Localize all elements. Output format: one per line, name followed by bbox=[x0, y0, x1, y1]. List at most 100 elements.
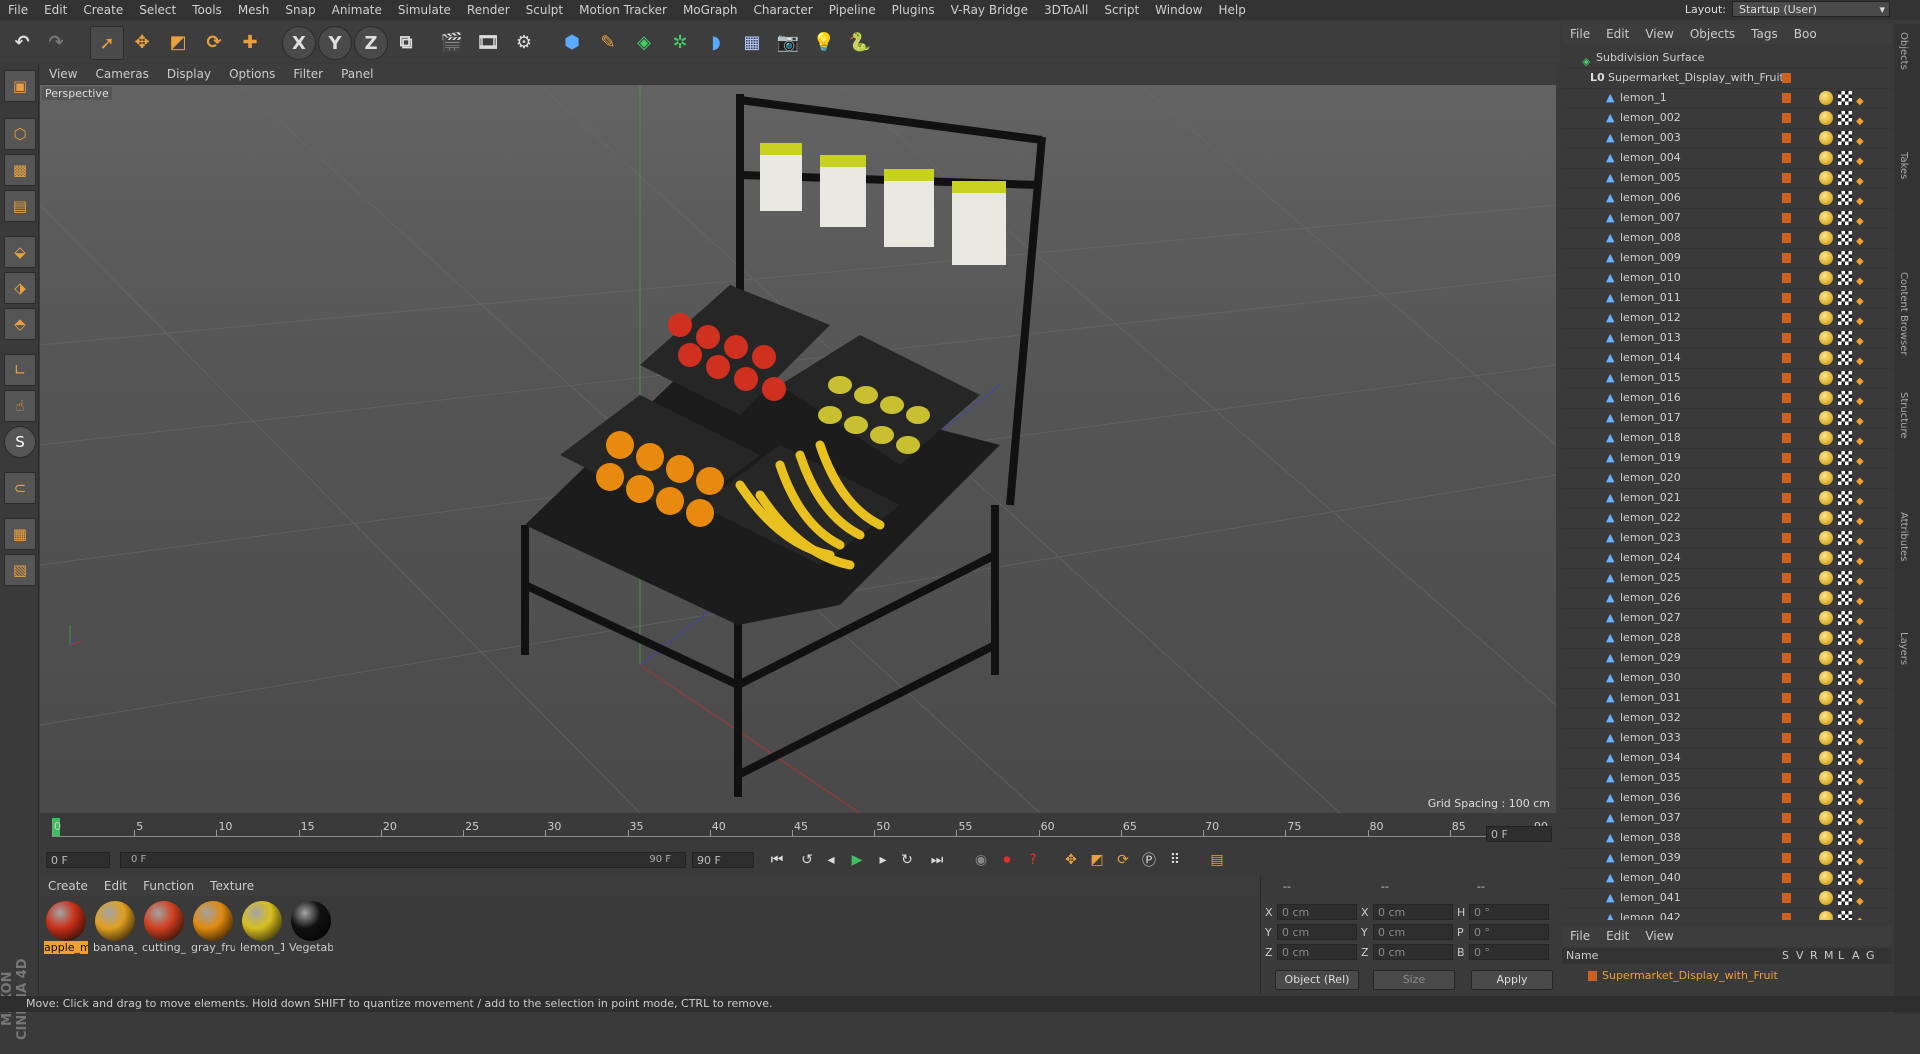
uvw-tag-icon[interactable] bbox=[1838, 791, 1852, 805]
previous-frame-icon[interactable]: ◂ bbox=[820, 850, 842, 870]
material-menu-function[interactable]: Function bbox=[135, 879, 202, 893]
subdivision-icon[interactable]: ◈ bbox=[628, 26, 660, 58]
object-row[interactable]: ▲ lemon_012 ◆ bbox=[1562, 308, 1892, 329]
menu-item-file[interactable]: File bbox=[0, 0, 36, 20]
next-frame-icon[interactable]: ▸ bbox=[872, 850, 894, 870]
points-mode-icon[interactable]: ⬙ bbox=[4, 236, 36, 268]
object-row[interactable]: ▲ lemon_041 ◆ bbox=[1562, 888, 1892, 909]
polygons-mode-icon[interactable]: ⬘ bbox=[4, 308, 36, 340]
key-rotation-icon[interactable]: ⟳ bbox=[1112, 850, 1134, 870]
go-to-start-icon[interactable]: ⏮ bbox=[766, 850, 788, 870]
material-tag-icon[interactable] bbox=[1819, 691, 1833, 705]
uvw-tag-icon[interactable] bbox=[1838, 111, 1852, 125]
uvw-tag-icon[interactable] bbox=[1838, 231, 1852, 245]
viewport-label[interactable]: Perspective bbox=[42, 87, 112, 100]
menu-item-3dtoall[interactable]: 3DToAll bbox=[1036, 0, 1096, 20]
material-item[interactable]: banana_ bbox=[93, 901, 137, 954]
viewport-perspective[interactable]: Perspective Grid Spacing : 100 cm bbox=[40, 85, 1556, 813]
h-rotation-field[interactable]: 0 ° bbox=[1469, 904, 1549, 920]
material-tag-icon[interactable] bbox=[1819, 891, 1833, 905]
menu-item-v-ray-bridge[interactable]: V-Ray Bridge bbox=[943, 0, 1036, 20]
phong-tag-icon[interactable]: ◆ bbox=[1856, 112, 1866, 127]
material-tag-icon[interactable] bbox=[1819, 411, 1833, 425]
object-row[interactable]: ▲ lemon_021 ◆ bbox=[1562, 488, 1892, 509]
phong-tag-icon[interactable]: ◆ bbox=[1856, 212, 1866, 227]
phong-tag-icon[interactable]: ◆ bbox=[1856, 612, 1866, 627]
phong-tag-icon[interactable]: ◆ bbox=[1856, 852, 1866, 867]
object-row[interactable]: ▲ lemon_024 ◆ bbox=[1562, 548, 1892, 569]
uvw-tag-icon[interactable] bbox=[1838, 531, 1852, 545]
object-row-root[interactable]: ◈ Subdivision Surface bbox=[1562, 48, 1892, 69]
material-item[interactable]: lemon_1 bbox=[240, 901, 284, 954]
right-tab-layers[interactable]: Layers bbox=[1898, 632, 1909, 665]
material-tag-icon[interactable] bbox=[1819, 191, 1833, 205]
material-tag-icon[interactable] bbox=[1819, 451, 1833, 465]
phong-tag-icon[interactable]: ◆ bbox=[1856, 552, 1866, 567]
uvw-tag-icon[interactable] bbox=[1838, 151, 1852, 165]
x-position-field[interactable]: 0 cm bbox=[1277, 904, 1357, 920]
uvw-tag-icon[interactable] bbox=[1838, 551, 1852, 565]
object-row[interactable]: ▲ lemon_013 ◆ bbox=[1562, 328, 1892, 349]
phong-tag-icon[interactable]: ◆ bbox=[1856, 132, 1866, 147]
material-tag-icon[interactable] bbox=[1819, 471, 1833, 485]
right-tab-attributes[interactable]: Attributes bbox=[1898, 512, 1909, 561]
object-row[interactable]: ▲ lemon_017 ◆ bbox=[1562, 408, 1892, 429]
phong-tag-icon[interactable]: ◆ bbox=[1856, 652, 1866, 667]
material-tag-icon[interactable] bbox=[1819, 751, 1833, 765]
phong-tag-icon[interactable]: ◆ bbox=[1856, 192, 1866, 207]
uvw-tag-icon[interactable] bbox=[1838, 691, 1852, 705]
uvw-tag-icon[interactable] bbox=[1838, 131, 1852, 145]
object-row[interactable]: ▲ lemon_008 ◆ bbox=[1562, 228, 1892, 249]
uvw-tag-icon[interactable] bbox=[1838, 171, 1852, 185]
deformer-icon[interactable]: ◗ bbox=[700, 26, 732, 58]
material-tag-icon[interactable] bbox=[1819, 431, 1833, 445]
phong-tag-icon[interactable]: ◆ bbox=[1856, 232, 1866, 247]
redo-button[interactable]: ↷ bbox=[40, 26, 72, 58]
select-tool-button[interactable]: ➚ bbox=[90, 26, 124, 60]
phong-tag-icon[interactable]: ◆ bbox=[1856, 152, 1866, 167]
p-rotation-field[interactable]: 0 ° bbox=[1469, 924, 1549, 940]
material-tag-icon[interactable] bbox=[1819, 111, 1833, 125]
uvw-tag-icon[interactable] bbox=[1838, 851, 1852, 865]
phong-tag-icon[interactable]: ◆ bbox=[1856, 632, 1866, 647]
material-tag-icon[interactable] bbox=[1819, 591, 1833, 605]
uvw-tag-icon[interactable] bbox=[1838, 811, 1852, 825]
edges-mode-icon[interactable]: ⬗ bbox=[4, 272, 36, 304]
uvw-tag-icon[interactable] bbox=[1838, 611, 1852, 625]
menu-item-edit[interactable]: Edit bbox=[36, 0, 75, 20]
autokey-icon[interactable]: ⏺ bbox=[996, 850, 1018, 870]
phong-tag-icon[interactable]: ◆ bbox=[1856, 332, 1866, 347]
object-row[interactable]: ▲ lemon_034 ◆ bbox=[1562, 748, 1892, 769]
object-row[interactable]: ▲ lemon_038 ◆ bbox=[1562, 828, 1892, 849]
object-row[interactable]: ▲ lemon_031 ◆ bbox=[1562, 688, 1892, 709]
menu-item-sculpt[interactable]: Sculpt bbox=[518, 0, 571, 20]
menu-item-script[interactable]: Script bbox=[1096, 0, 1147, 20]
right-tab-content-browser[interactable]: Content Browser bbox=[1898, 272, 1909, 355]
menu-item-tools[interactable]: Tools bbox=[184, 0, 230, 20]
material-tag-icon[interactable] bbox=[1819, 331, 1833, 345]
phong-tag-icon[interactable]: ◆ bbox=[1856, 532, 1866, 547]
axis-y-button[interactable]: Y bbox=[318, 26, 352, 60]
object-menu-boo[interactable]: Boo bbox=[1786, 27, 1825, 41]
phong-tag-icon[interactable]: ◆ bbox=[1856, 352, 1866, 367]
material-tag-icon[interactable] bbox=[1819, 611, 1833, 625]
viewport-menu-filter[interactable]: Filter bbox=[284, 67, 332, 81]
uvw-tag-icon[interactable] bbox=[1838, 671, 1852, 685]
phong-tag-icon[interactable]: ◆ bbox=[1856, 172, 1866, 187]
material-tag-icon[interactable] bbox=[1819, 551, 1833, 565]
object-row[interactable]: ▲ lemon_019 ◆ bbox=[1562, 448, 1892, 469]
viewport-menu-panel[interactable]: Panel bbox=[332, 67, 382, 81]
object-row[interactable]: ▲ lemon_002 ◆ bbox=[1562, 108, 1892, 129]
object-row[interactable]: ▲ lemon_011 ◆ bbox=[1562, 288, 1892, 309]
phong-tag-icon[interactable]: ◆ bbox=[1856, 92, 1866, 107]
frame-ruler[interactable]: 051015202530354045505560657075808590 bbox=[52, 816, 1552, 838]
object-row[interactable]: ▲ lemon_030 ◆ bbox=[1562, 668, 1892, 689]
uvw-tag-icon[interactable] bbox=[1838, 491, 1852, 505]
object-row[interactable]: ▲ lemon_037 ◆ bbox=[1562, 808, 1892, 829]
menu-item-simulate[interactable]: Simulate bbox=[390, 0, 459, 20]
snap-magnet-icon[interactable]: ⊂ bbox=[4, 472, 36, 504]
phong-tag-icon[interactable]: ◆ bbox=[1856, 452, 1866, 467]
previous-keyframe-icon[interactable]: ↺ bbox=[796, 850, 818, 870]
object-row[interactable]: ▲ lemon_020 ◆ bbox=[1562, 468, 1892, 489]
live-select-button[interactable]: ✚ bbox=[234, 26, 266, 58]
